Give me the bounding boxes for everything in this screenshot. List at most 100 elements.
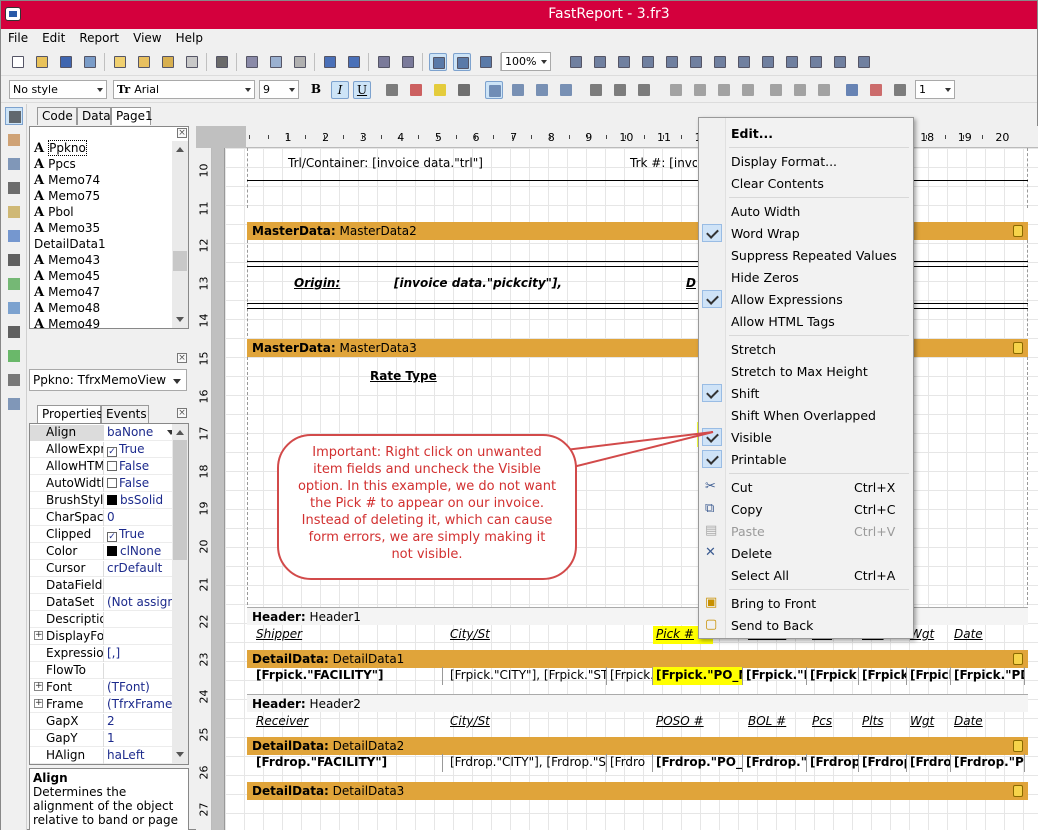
font-name-select[interactable]: Tr Arial xyxy=(113,80,255,99)
text-align-center-button[interactable] xyxy=(509,81,527,99)
header-cell[interactable]: Shipper xyxy=(253,626,333,644)
menu-item-select-all[interactable]: Select All Ctrl+A xyxy=(699,564,913,586)
menu-item-edit[interactable]: Edit... xyxy=(699,122,913,144)
menu-item-hide-zeros[interactable]: Hide Zeros xyxy=(699,266,913,288)
frame-all-button[interactable] xyxy=(767,81,785,99)
property-row[interactable]: + Font (TFont) xyxy=(30,679,176,696)
menu-item-copy[interactable]: ⧉ Copy Ctrl+C xyxy=(699,498,913,520)
menu-item-delete[interactable]: ✕ Delete xyxy=(699,542,913,564)
detail-cell[interactable]: [Frpick."B xyxy=(743,667,807,685)
property-row[interactable]: Cursor crDefault xyxy=(30,560,176,577)
font-style-button[interactable] xyxy=(383,81,401,99)
center-h-button[interactable] xyxy=(591,53,609,71)
barcode-button[interactable] xyxy=(5,371,23,389)
rotate-text-button[interactable] xyxy=(455,81,473,99)
menu-report[interactable]: Report xyxy=(72,29,126,48)
header-cell[interactable]: Receiver xyxy=(253,713,333,731)
text-align-left-button[interactable] xyxy=(485,81,503,99)
detail-cell[interactable]: [Frdro xyxy=(907,754,951,772)
align-grid-button[interactable] xyxy=(453,53,471,71)
menu-item-suppress-repeated-values[interactable]: Suppress Repeated Values xyxy=(699,244,913,266)
property-row[interactable]: DataSet (Not assign xyxy=(30,594,176,611)
header-cell[interactable]: Pcs xyxy=(809,713,849,731)
save-button[interactable] xyxy=(57,53,75,71)
menu-item-allow-html-tags[interactable]: Allow HTML Tags xyxy=(699,310,913,332)
property-row[interactable]: Color clNone xyxy=(30,543,176,560)
detail-cell[interactable]: [Frdro xyxy=(607,754,653,772)
scroll-up-icon[interactable] xyxy=(176,147,184,152)
property-row[interactable]: +DisplayForm xyxy=(30,628,176,645)
detail-cell[interactable]: [Frpick xyxy=(859,667,907,685)
menu-item-auto-width[interactable]: Auto Width xyxy=(699,200,913,222)
property-value[interactable]: clNone xyxy=(107,544,177,558)
property-value[interactable]: haLeft xyxy=(107,748,177,762)
header-cell[interactable]: POSO # xyxy=(653,713,713,731)
menu-item-shift-when-overlapped[interactable]: Shift When Overlapped xyxy=(699,404,913,426)
database-icon[interactable] xyxy=(1013,342,1023,354)
fit-grid-button[interactable] xyxy=(477,53,495,71)
property-value[interactable]: bsSolid xyxy=(107,493,177,507)
property-value[interactable]: (Not assign xyxy=(107,595,177,609)
frame-color-button[interactable] xyxy=(867,81,885,99)
italic-button[interactable]: I xyxy=(331,81,349,99)
band-detaildata2[interactable]: DetailData: DetailData2 xyxy=(247,737,1028,755)
tree-item[interactable]: A Memo47 xyxy=(30,285,175,301)
valign-top-button[interactable] xyxy=(587,81,605,99)
frame-none-button[interactable] xyxy=(791,81,809,99)
fill-color-button[interactable] xyxy=(843,81,861,99)
tree-item[interactable]: A Memo49 xyxy=(30,317,175,328)
subreport-button[interactable] xyxy=(5,299,23,317)
pickcity-field[interactable]: [invoice data."pickcity"], xyxy=(391,275,571,293)
band-detaildata1[interactable]: DetailData: DetailData1 xyxy=(247,650,1028,668)
same-size-button[interactable] xyxy=(855,53,873,71)
property-value[interactable]: ✓ True xyxy=(107,527,177,542)
database-icon[interactable] xyxy=(1013,785,1023,797)
database-icon[interactable] xyxy=(1013,653,1023,665)
tree-item[interactable]: A Ppcs xyxy=(30,157,175,173)
detail-cell[interactable]: [Frpicl xyxy=(907,667,951,685)
tree-item[interactable]: A Memo48 xyxy=(30,301,175,317)
header-cell[interactable]: Wgt xyxy=(907,713,947,731)
property-row[interactable]: GapX 2 xyxy=(30,713,176,730)
menu-item-bring-to-front[interactable]: ▣ Bring to Front xyxy=(699,592,913,614)
menu-edit[interactable]: Edit xyxy=(35,29,72,48)
checkbox-icon[interactable] xyxy=(107,461,117,471)
font-color-button[interactable] xyxy=(407,81,425,99)
close-icon[interactable]: × xyxy=(177,408,187,418)
style-select[interactable]: No style xyxy=(9,80,107,99)
property-row[interactable]: HAlign haLeft xyxy=(30,747,176,764)
property-value[interactable]: 2 xyxy=(107,714,177,728)
center-hw-button[interactable] xyxy=(759,53,777,71)
redo-button[interactable] xyxy=(345,53,363,71)
property-value[interactable]: crDefault xyxy=(107,561,177,575)
tab-page1[interactable]: Page1 xyxy=(111,107,153,125)
copy-button[interactable] xyxy=(267,53,285,71)
property-row[interactable]: AllowExpre✓True xyxy=(30,441,176,458)
cut-button[interactable] xyxy=(243,53,261,71)
detail-cell[interactable]: [Frdrop."PD xyxy=(951,754,1025,772)
menu-item-printable[interactable]: Printable xyxy=(699,448,913,470)
tree-item[interactable]: A Memo45 xyxy=(30,269,175,285)
property-value[interactable]: ✓ True xyxy=(107,442,177,457)
new-button[interactable] xyxy=(9,53,27,71)
variables-button[interactable] xyxy=(213,53,231,71)
shadow-button[interactable] xyxy=(815,81,833,99)
property-row[interactable]: Description xyxy=(30,611,176,628)
band-tool-button[interactable] xyxy=(5,227,23,245)
align-left-button[interactable] xyxy=(567,53,585,71)
detail-cell[interactable]: [Frdrop."PO_NU xyxy=(653,754,743,772)
align-top-button[interactable] xyxy=(639,53,657,71)
detail-cell[interactable]: [Frpick."CITY"], [Frpick."ST"] xyxy=(447,667,607,685)
property-row[interactable]: CharSpacin0 xyxy=(30,509,176,526)
tree-item[interactable]: A Memo35 xyxy=(30,221,175,237)
paste-button[interactable] xyxy=(291,53,309,71)
frame-style-button[interactable] xyxy=(891,81,909,99)
header-cell[interactable]: City/St xyxy=(447,626,527,644)
frame-bottom-button[interactable] xyxy=(691,81,709,99)
space-h-button[interactable] xyxy=(711,53,729,71)
property-value[interactable]: (TfrxFrame xyxy=(107,697,177,711)
property-row[interactable]: FlowTo xyxy=(30,662,176,679)
tab-properties[interactable]: Properties xyxy=(37,405,103,423)
detail-cell[interactable]: [Frpick."PD xyxy=(951,667,1025,685)
property-value[interactable]: (TFont) xyxy=(107,680,177,694)
